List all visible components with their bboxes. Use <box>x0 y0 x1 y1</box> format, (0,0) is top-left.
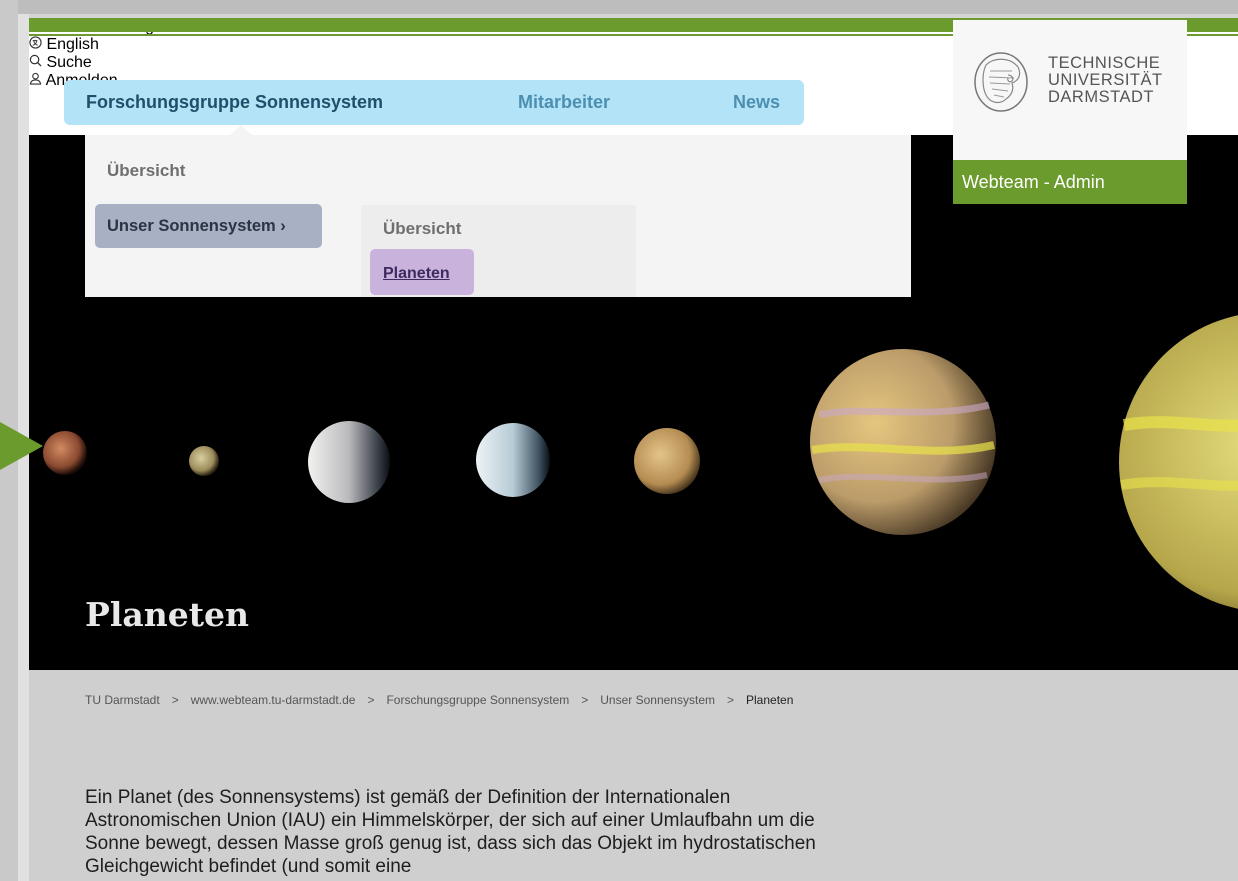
breadcrumb-separator: > <box>727 693 735 707</box>
main-nav-item-mitarbeiter[interactable]: Mitarbeiter <box>518 92 610 113</box>
breadcrumb-separator: > <box>581 693 589 707</box>
window-top-shade <box>0 0 1238 14</box>
planet-saturn <box>1119 315 1238 609</box>
planet-jupiter <box>810 349 996 535</box>
submenu-item-planeten[interactable]: Planeten <box>370 249 474 295</box>
university-name: TECHNISCHE UNIVERSITÄT DARMSTADT <box>1048 55 1163 106</box>
breadcrumb-item-unser-sonnensystem[interactable]: Unser Sonnensystem <box>600 693 715 707</box>
service-link-label: Suche <box>46 54 92 71</box>
breadcrumb-item-webteam[interactable]: www.webteam.tu-darmstadt.de <box>191 693 356 707</box>
page-title: Planeten <box>85 595 249 634</box>
breadcrumb: TU Darmstadt > www.webteam.tu-darmstadt.… <box>85 693 793 707</box>
planet-mercury <box>43 431 87 475</box>
flyout-overview-link[interactable]: Übersicht <box>107 161 185 181</box>
language-icon <box>29 36 46 53</box>
service-link-label: English <box>46 36 99 53</box>
logo-line-1: TECHNISCHE <box>1048 54 1161 72</box>
planet-mars <box>476 423 550 497</box>
logo-line-3: DARMSTADT <box>1048 88 1154 106</box>
breadcrumb-item-current: Planeten <box>746 693 794 707</box>
breadcrumb-separator: > <box>367 693 375 707</box>
submenu-overview-link[interactable]: Übersicht <box>383 219 461 239</box>
breadcrumb-item-tu-darmstadt[interactable]: TU Darmstadt <box>85 693 160 707</box>
planet-beige <box>634 428 700 494</box>
main-nav-item-news[interactable]: News <box>733 92 780 113</box>
nav-flyout: Übersicht Unser Sonnensystem › Übersicht… <box>85 135 911 297</box>
breadcrumb-separator: > <box>171 693 179 707</box>
intro-paragraph: Ein Planet (des Sonnensystems) ist gemäß… <box>85 787 816 877</box>
breadcrumb-item-forschungsgruppe[interactable]: Forschungsgruppe Sonnensystem <box>386 693 569 707</box>
planet-earth <box>308 421 390 503</box>
flyout-submenu: Übersicht Planeten <box>361 205 636 297</box>
logo-line-2: UNIVERSITÄT <box>1048 71 1163 89</box>
tu-logo[interactable]: TECHNISCHE UNIVERSITÄT DARMSTADT <box>953 20 1187 160</box>
annotation-arrow <box>0 422 43 470</box>
flyout-section-unser-sonnensystem[interactable]: Unser Sonnensystem › <box>95 204 322 248</box>
user-icon <box>29 72 46 89</box>
planet-venus <box>189 446 219 476</box>
webteam-admin-label[interactable]: Webteam - Admin <box>953 160 1187 204</box>
page: Schnelleinstieg English Suche Anmelden <box>29 18 1238 881</box>
athena-logo-icon <box>974 52 1028 112</box>
content-area: TU Darmstadt > www.webteam.tu-darmstadt.… <box>29 670 1238 881</box>
main-nav-item-forschungsgruppe[interactable]: Forschungsgruppe Sonnensystem <box>86 92 383 113</box>
search-icon <box>29 54 46 71</box>
main-nav: Forschungsgruppe Sonnensystem Mitarbeite… <box>64 80 804 125</box>
